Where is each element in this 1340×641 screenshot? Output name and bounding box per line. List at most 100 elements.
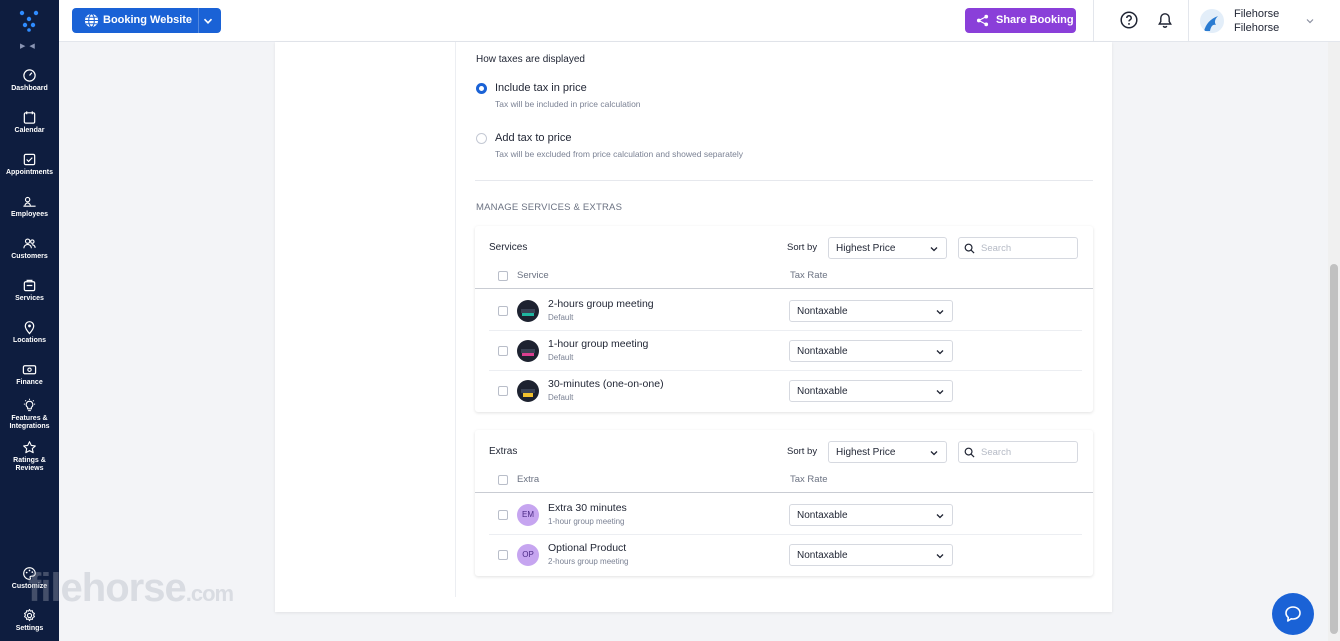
share-icon: [976, 14, 989, 27]
chevron-down-icon: [936, 554, 944, 559]
chevron-down-icon[interactable]: [1306, 17, 1314, 25]
extra-service: 2-hours group meeting: [548, 557, 629, 566]
add-tax-radio[interactable]: [476, 133, 487, 144]
nav-services[interactable]: Services: [0, 278, 59, 303]
chevron-down-icon: [930, 451, 938, 456]
service-category: Default: [548, 393, 574, 402]
nav-locations[interactable]: Locations: [0, 320, 59, 345]
star-icon: [23, 441, 36, 454]
button-separator: [198, 8, 199, 33]
search-placeholder: Search: [981, 243, 1012, 254]
nav-appointments[interactable]: Appointments: [0, 152, 59, 177]
select-all-services-checkbox[interactable]: [498, 271, 508, 281]
location-pin-icon: [24, 321, 35, 335]
services-icon: [23, 279, 36, 292]
chevron-down-icon[interactable]: [203, 16, 213, 26]
chevron-down-icon: [936, 390, 944, 395]
services-search-input[interactable]: Search: [958, 237, 1078, 259]
services-title: Services: [489, 242, 528, 253]
bell-icon[interactable]: [1157, 12, 1173, 29]
service-thumbnail: [517, 340, 539, 362]
appointments-icon: [23, 153, 36, 166]
include-tax-radio[interactable]: [476, 83, 487, 94]
nav-label: Ratings &: [13, 457, 46, 464]
chevron-down-icon: [930, 247, 938, 252]
nav-label: Employees: [11, 211, 48, 218]
service-name[interactable]: 2-hours group meeting: [548, 298, 654, 310]
scrollbar[interactable]: [1328, 42, 1340, 641]
extra-row-checkbox[interactable]: [498, 510, 508, 520]
booking-website-button[interactable]: Booking Website: [72, 8, 221, 33]
nav-finance[interactable]: Finance: [0, 362, 59, 387]
service-row-checkbox[interactable]: [498, 306, 508, 316]
nav-dashboard[interactable]: Dashboard: [0, 68, 59, 93]
nav-label: Locations: [12, 337, 47, 344]
nav-label: Customers: [11, 253, 48, 260]
tax-display-heading: How taxes are displayed: [476, 54, 585, 65]
extra-row-checkbox[interactable]: [498, 550, 508, 560]
search-icon: [964, 243, 975, 254]
extras-sort-select[interactable]: Highest Price: [828, 441, 947, 463]
row-divider: [489, 534, 1082, 535]
nav-ratings-reviews[interactable]: Ratings & Reviews: [0, 440, 59, 473]
avatar[interactable]: [1200, 9, 1224, 33]
nav-settings[interactable]: Settings: [0, 608, 59, 633]
sort-by-label: Sort by: [787, 446, 818, 457]
nav-label: Calendar: [14, 127, 45, 134]
service-thumbnail: [517, 300, 539, 322]
section-divider: [475, 180, 1093, 181]
service-category: Default: [548, 353, 574, 362]
service-row-checkbox[interactable]: [498, 346, 508, 356]
sort-value: Highest Price: [836, 447, 896, 458]
scrollbar-thumb[interactable]: [1330, 264, 1338, 634]
watermark-suffix: .com: [185, 581, 234, 606]
select-all-extras-checkbox[interactable]: [498, 475, 508, 485]
tax-rate-select[interactable]: Nontaxable: [789, 300, 953, 322]
services-sort-select[interactable]: Highest Price: [828, 237, 947, 259]
share-booking-button[interactable]: Share Booking: [965, 8, 1076, 33]
dashboard-icon: [23, 69, 36, 82]
nav-label-2: Reviews: [15, 465, 44, 472]
extra-initials-badge: EM: [517, 504, 539, 526]
tax-rate-value: Nontaxable: [797, 550, 848, 561]
customers-icon: [23, 238, 36, 249]
tax-rate-column-header: Tax Rate: [790, 474, 828, 485]
include-tax-label[interactable]: Include tax in price: [495, 82, 587, 94]
add-tax-label[interactable]: Add tax to price: [495, 132, 571, 144]
sidebar: ▶◀ Dashboard Calendar Appointments Emplo…: [0, 0, 59, 641]
search-icon: [964, 447, 975, 458]
app-logo-icon[interactable]: [19, 10, 39, 32]
extra-initials-badge: OP: [517, 544, 539, 566]
tax-rate-select[interactable]: Nontaxable: [789, 380, 953, 402]
chevron-down-icon: [936, 350, 944, 355]
help-icon[interactable]: [1120, 11, 1138, 29]
filehorse-logo-icon: [1200, 9, 1224, 33]
nav-customers[interactable]: Customers: [0, 236, 59, 261]
finance-icon: [22, 365, 37, 375]
tax-rate-value: Nontaxable: [797, 510, 848, 521]
nav-label: Services: [15, 295, 44, 302]
extras-search-input[interactable]: Search: [958, 441, 1078, 463]
user-company[interactable]: Filehorse: [1234, 22, 1279, 34]
services-panel: Services Sort by Highest Price Search Se…: [475, 226, 1093, 412]
tax-rate-select[interactable]: Nontaxable: [789, 544, 953, 566]
nav-label: Settings: [15, 625, 44, 632]
service-name[interactable]: 1-hour group meeting: [548, 338, 648, 350]
collapse-toggle-icon[interactable]: ▶◀: [20, 42, 39, 50]
extra-name[interactable]: Optional Product: [548, 542, 626, 554]
nav-label: Features &: [11, 415, 48, 422]
tax-rate-select[interactable]: Nontaxable: [789, 504, 953, 526]
extra-service: 1-hour group meeting: [548, 517, 625, 526]
extra-name[interactable]: Extra 30 minutes: [548, 502, 627, 514]
service-row-checkbox[interactable]: [498, 386, 508, 396]
divider: [1093, 0, 1094, 42]
nav-calendar[interactable]: Calendar: [0, 110, 59, 135]
nav-label: Appointments: [5, 169, 54, 176]
tax-rate-select[interactable]: Nontaxable: [789, 340, 953, 362]
service-name[interactable]: 30-minutes (one-on-one): [548, 378, 664, 390]
nav-features-integrations[interactable]: Features & Integrations: [0, 398, 59, 431]
support-chat-button[interactable]: [1272, 593, 1314, 635]
add-tax-description: Tax will be excluded from price calculat…: [495, 149, 744, 159]
nav-employees[interactable]: Employees: [0, 194, 59, 219]
user-name[interactable]: Filehorse: [1234, 8, 1279, 20]
